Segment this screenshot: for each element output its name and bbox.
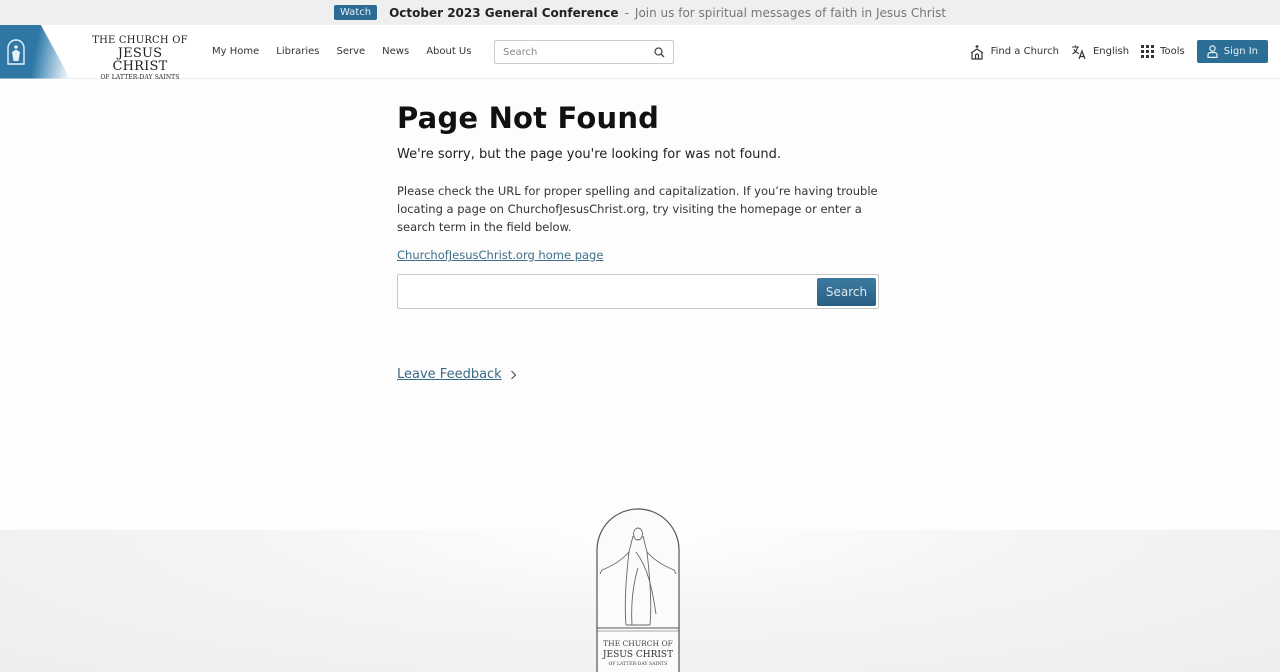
- page-search-input[interactable]: [400, 277, 817, 306]
- watch-button[interactable]: Watch: [333, 5, 378, 20]
- language-label: English: [1092, 46, 1130, 57]
- header-search: [494, 40, 674, 64]
- announcement-banner: Watch October 2023 General Conference - …: [0, 0, 1280, 25]
- nav-about-us[interactable]: About Us: [426, 46, 471, 57]
- leave-feedback-link[interactable]: Leave Feedback: [397, 367, 879, 382]
- page-search-button[interactable]: Search: [817, 277, 876, 306]
- christus-statue-icon: [7, 38, 25, 65]
- language-selector[interactable]: English: [1071, 44, 1129, 60]
- tools-menu[interactable]: Tools: [1141, 45, 1185, 58]
- header-search-input[interactable]: [503, 46, 654, 58]
- header-utilities: Find a Church English Tools Sign In: [969, 40, 1268, 63]
- chevron-right-icon: [510, 370, 517, 379]
- main-content: Page Not Found We're sorry, but the page…: [397, 101, 879, 382]
- leave-feedback-label: Leave Feedback: [397, 367, 502, 382]
- logo-tile: [0, 24, 70, 79]
- lead-text: We're sorry, but the page you're looking…: [397, 147, 782, 162]
- find-church-link[interactable]: Find a Church: [969, 44, 1059, 60]
- logo-line1: THE CHURCH OF: [92, 34, 188, 46]
- logo-line3: OF LATTER-DAY SAINTS: [100, 73, 180, 81]
- emblem-line3: OF LATTER-DAY SAINTS: [609, 661, 668, 667]
- logo-text: THE CHURCH OF JESUS CHRIST OF LATTER-DAY…: [90, 34, 190, 81]
- nav-libraries[interactable]: Libraries: [276, 46, 319, 57]
- banner-separator: -: [624, 5, 629, 20]
- emblem-line2: JESUS CHRIST: [602, 650, 673, 660]
- sign-in-label: Sign In: [1223, 46, 1258, 57]
- site-header: THE CHURCH OF JESUS CHRIST OF LATTER-DAY…: [0, 24, 1280, 81]
- page-search: Search: [397, 274, 879, 309]
- nav-my-home[interactable]: My Home: [212, 46, 259, 57]
- translate-icon: [1071, 45, 1086, 59]
- tools-label: Tools: [1160, 46, 1185, 57]
- banner-subtitle: Join us for spiritual messages of faith …: [634, 5, 947, 20]
- nav-serve[interactable]: Serve: [336, 46, 365, 57]
- emblem-line1: THE CHURCH OF: [603, 639, 673, 648]
- grid-icon: [1141, 45, 1155, 58]
- church-icon: [970, 44, 983, 60]
- body-text: Please check the URL for proper spelling…: [397, 184, 878, 234]
- nav-news[interactable]: News: [382, 46, 409, 57]
- church-logo[interactable]: THE CHURCH OF JESUS CHRIST OF LATTER-DAY…: [0, 24, 190, 81]
- footer-emblem: THE CHURCH OF JESUS CHRIST OF LATTER-DAY…: [596, 508, 680, 672]
- search-icon[interactable]: [654, 46, 665, 58]
- user-icon: [1207, 45, 1218, 58]
- main-nav: My Home Libraries Serve News About Us: [212, 46, 471, 57]
- page-title: Page Not Found: [397, 101, 660, 135]
- sign-in-button[interactable]: Sign In: [1196, 40, 1268, 63]
- find-church-label: Find a Church: [990, 46, 1059, 57]
- banner-title[interactable]: October 2023 General Conference: [389, 6, 618, 20]
- christus-emblem-icon: THE CHURCH OF JESUS CHRIST OF LATTER-DAY…: [596, 508, 680, 672]
- home-page-link[interactable]: ChurchofJesusChrist.org home page: [397, 248, 879, 262]
- logo-line2: JESUS CHRIST: [112, 45, 168, 74]
